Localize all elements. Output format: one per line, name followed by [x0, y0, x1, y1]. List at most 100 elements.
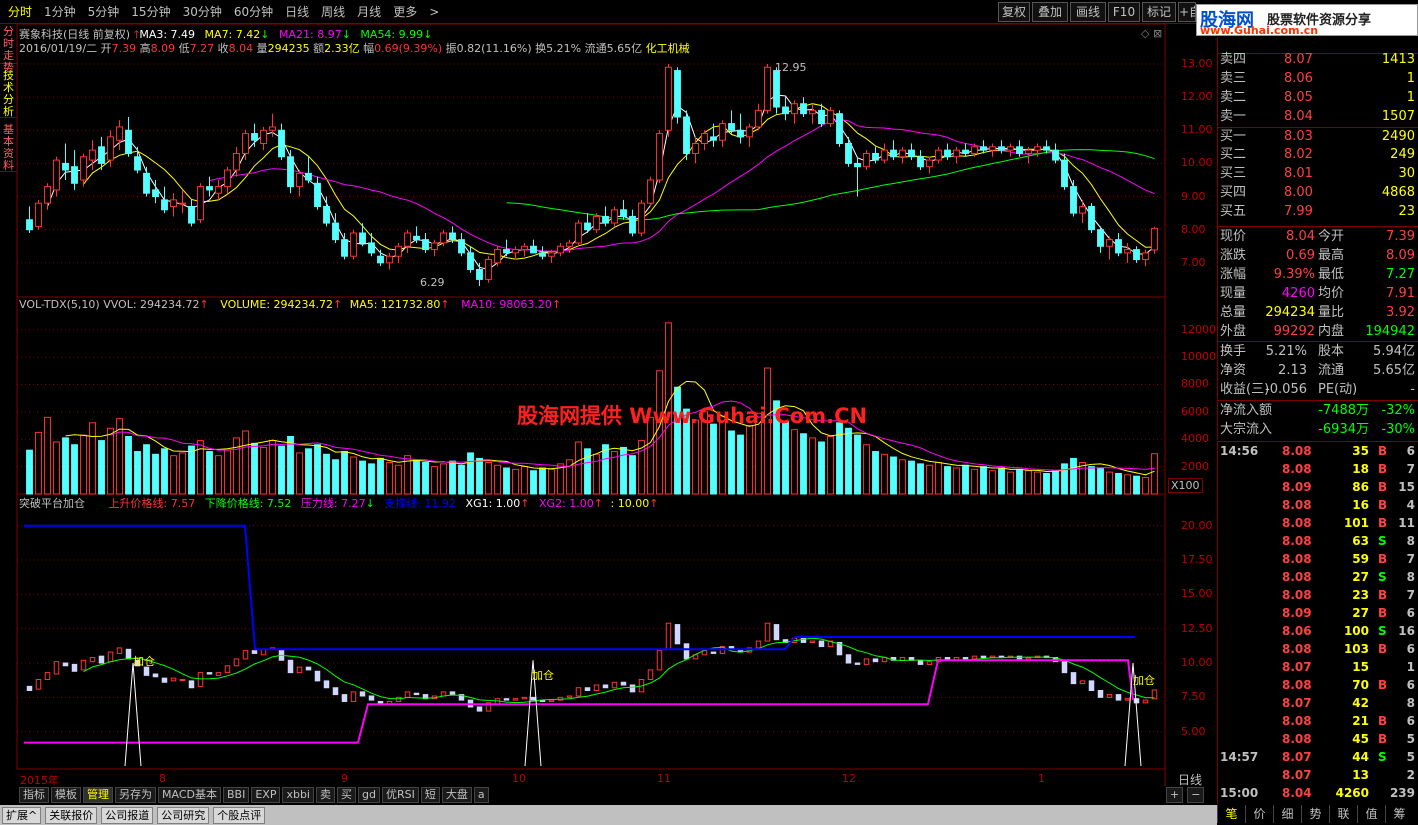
mini-candle [35, 679, 42, 690]
status-tab[interactable]: 扩展^ [2, 806, 42, 824]
chevron-right-icon[interactable]: > [427, 3, 441, 21]
indicator-tab[interactable]: BBI [222, 787, 250, 803]
indicator-tab[interactable]: 优RSI [381, 787, 419, 803]
candle [611, 209, 618, 224]
close-icon[interactable]: ⊠ [1153, 27, 1162, 40]
period-tab-daily[interactable]: 日线 [283, 1, 311, 22]
indicator-tab[interactable]: 短 [420, 787, 440, 803]
detail-tab[interactable]: 价 [1245, 805, 1273, 823]
candle [233, 152, 240, 171]
indicator-tab[interactable]: gd [357, 787, 380, 803]
indicator-tab[interactable]: xbbi [282, 787, 314, 803]
indicator-tab[interactable]: a [473, 787, 489, 803]
tick-price: 8.07 [1282, 696, 1312, 710]
bid-row[interactable]: 买五 7.99 23 [1218, 203, 1418, 220]
indicator-tab[interactable]: 管理 [83, 787, 113, 803]
arrow-up-icon: ↑ [520, 497, 530, 510]
detail-tab[interactable]: 值 [1357, 805, 1385, 823]
mini-candle [710, 651, 717, 654]
ask-row[interactable]: 卖二 8.05 1 [1218, 89, 1418, 106]
volume-bar [728, 430, 735, 495]
tick-volume: 13 [1352, 768, 1369, 782]
period-tab-more[interactable]: 更多 [391, 1, 419, 22]
x-label-month: 10 [512, 772, 526, 785]
tick-row: 8.06 100 S 16 [1218, 622, 1418, 640]
ob-label: 买五 [1220, 204, 1247, 219]
overlay-button[interactable]: 叠加 [1032, 2, 1068, 22]
period-tab-30min[interactable]: 30分钟 [181, 1, 224, 22]
candle [53, 159, 60, 191]
bid-row[interactable]: 买一 8.03 2490 [1218, 127, 1418, 144]
bid-row[interactable]: 买四 8.00 4868 [1218, 184, 1418, 201]
tick-count: 2 [1406, 768, 1415, 782]
tick-volume: 42 [1352, 696, 1369, 710]
period-tab-5min[interactable]: 5分钟 [86, 1, 122, 22]
f10-button[interactable]: F10 [1108, 2, 1140, 22]
indicator-tab[interactable]: 模板 [51, 787, 81, 803]
indicator-tab[interactable]: 另存为 [115, 787, 156, 803]
period-tab-fenshi[interactable]: 分时 [6, 1, 34, 22]
zoom-in-icon[interactable]: + [1166, 787, 1184, 803]
close-label: 收 [217, 42, 229, 55]
period-tab-15min[interactable]: 15分钟 [129, 1, 172, 22]
volume-bar [692, 419, 699, 495]
quote-row: 总量 294234 量比 3.92 [1218, 303, 1418, 322]
bid-row[interactable]: 买二 8.02 249 [1218, 146, 1418, 163]
diamond-icon[interactable]: ◇ [1141, 27, 1149, 40]
period-tab-1min[interactable]: 1分钟 [42, 1, 78, 22]
tick-row: 8.08 59 B 7 [1218, 550, 1418, 568]
tick-row: 15:00 8.04 4260 239 [1218, 784, 1418, 802]
period-tab-monthly[interactable]: 月线 [355, 1, 383, 22]
ask-row[interactable]: 卖一 8.04 1507 [1218, 108, 1418, 125]
candle [188, 205, 195, 224]
detail-tab[interactable]: 笔 [1217, 805, 1245, 823]
candle [1016, 146, 1023, 154]
bid-row[interactable]: 买三 8.01 30 [1218, 165, 1418, 182]
indicator-tab[interactable]: 买 [336, 787, 356, 803]
indicator-tab[interactable]: 指标 [19, 787, 49, 803]
status-tab[interactable]: 个股点评 [213, 806, 266, 824]
indicator-tab[interactable]: 大盘 [441, 787, 472, 803]
period-tab-60min[interactable]: 60分钟 [232, 1, 275, 22]
tick-volume: 27 [1352, 606, 1369, 620]
draw-line-button[interactable]: 画线 [1070, 2, 1106, 22]
status-tab[interactable]: 公司研究 [157, 806, 210, 824]
signal-label-2: 加仓 [532, 669, 554, 682]
flow-amount: -7488万 [1318, 403, 1369, 418]
adjust-button[interactable]: 复权 [998, 2, 1030, 22]
zoom-out-icon[interactable]: − [1187, 787, 1205, 803]
vol-unit: X100 [1168, 478, 1203, 493]
detail-tab[interactable]: 细 [1273, 805, 1301, 823]
mini-candle [926, 661, 933, 665]
tick-list[interactable]: 14:56 8.08 35 B 6 8.08 18 B 7 8.09 86 B 15 8.08 16 B 4 8.… [1217, 441, 1418, 804]
mini-candle [1061, 661, 1068, 674]
indicator-tab[interactable]: MACD基本 [158, 787, 221, 803]
mini-candle [98, 655, 105, 664]
status-tab[interactable]: 公司报道 [101, 806, 154, 824]
x-label-month: 1 [1038, 772, 1045, 785]
candle [413, 235, 420, 241]
status-tab[interactable]: 关联报价 [45, 806, 98, 824]
custom-button[interactable]: +自 [1178, 2, 1196, 22]
tick-price: 8.06 [1282, 624, 1312, 638]
ask-row[interactable]: 卖四 8.07 1413 [1218, 51, 1418, 68]
detail-tab[interactable]: 势 [1301, 805, 1329, 823]
mini-candle [188, 680, 195, 689]
indicator-tab[interactable]: EXP [251, 787, 281, 803]
sector-value: 化工机械 [645, 42, 690, 55]
mini-candle [170, 677, 177, 682]
mark-button[interactable]: 标记 [1142, 2, 1176, 22]
candle [773, 70, 780, 108]
ob-price: 8.03 [1284, 129, 1313, 144]
mini-candle [197, 672, 204, 687]
detail-tab[interactable]: 筹 [1385, 805, 1413, 823]
tick-volume: 44 [1352, 750, 1369, 764]
candle [593, 215, 600, 231]
period-tab-weekly[interactable]: 周线 [319, 1, 347, 22]
ask-row[interactable]: 卖三 8.06 1 [1218, 70, 1418, 87]
volume-bar [764, 367, 771, 495]
indicator-tab[interactable]: 卖 [315, 787, 335, 803]
candle [179, 202, 186, 205]
detail-tab[interactable]: 联 [1329, 805, 1357, 823]
quote-value: 3.92 [1386, 305, 1415, 320]
